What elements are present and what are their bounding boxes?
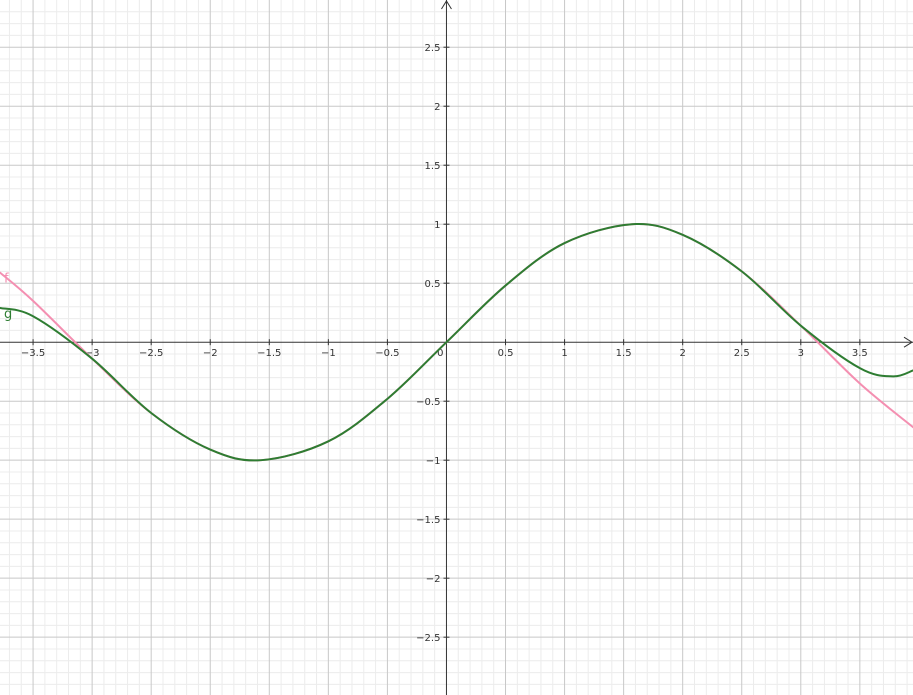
function-graph-canvas[interactable]: −3.5 −3 −2.5 −2 −1.5 −1 −0.5 0.5 1 1.5 2 2.5 3 3.50 2…	[0, 0, 913, 695]
y-tick-label: 2	[434, 102, 440, 113]
axes	[0, 0, 913, 695]
x-tick-label: 3.5	[852, 348, 868, 359]
y-tick-label: −1	[426, 456, 441, 467]
major-grid	[0, 0, 913, 695]
x-tick-label: −1.5	[257, 348, 281, 359]
curve-labels: fg	[4, 272, 12, 322]
x-tick-label: 3	[798, 348, 804, 359]
x-tick-label: 1.5	[616, 348, 632, 359]
y-tick-label: 0.5	[425, 279, 441, 290]
x-tick-label: 2	[679, 348, 685, 359]
x-tick-label: 1	[561, 348, 567, 359]
x-tick-label: 0.5	[498, 348, 514, 359]
y-tick-label: −0.5	[416, 397, 440, 408]
x-tick-label: −1	[321, 348, 336, 359]
y-tick-label: 1	[434, 220, 440, 231]
minor-grid	[0, 0, 913, 695]
y-tick-label: −2	[426, 574, 441, 585]
y-tick-label: −1.5	[416, 515, 440, 526]
x-tick-label: −2	[203, 348, 218, 359]
x-tick-label: −3.5	[21, 348, 45, 359]
y-tick-label: 2.5	[425, 43, 441, 54]
curve-label-g: g	[4, 307, 12, 322]
x-tick-label: −2.5	[139, 348, 163, 359]
y-tick-label: 1.5	[425, 161, 441, 172]
y-tick-label: −2.5	[416, 633, 440, 644]
x-tick-label: −0.5	[375, 348, 399, 359]
x-tick-label: 2.5	[734, 348, 750, 359]
curve-label-f: f	[4, 272, 9, 287]
